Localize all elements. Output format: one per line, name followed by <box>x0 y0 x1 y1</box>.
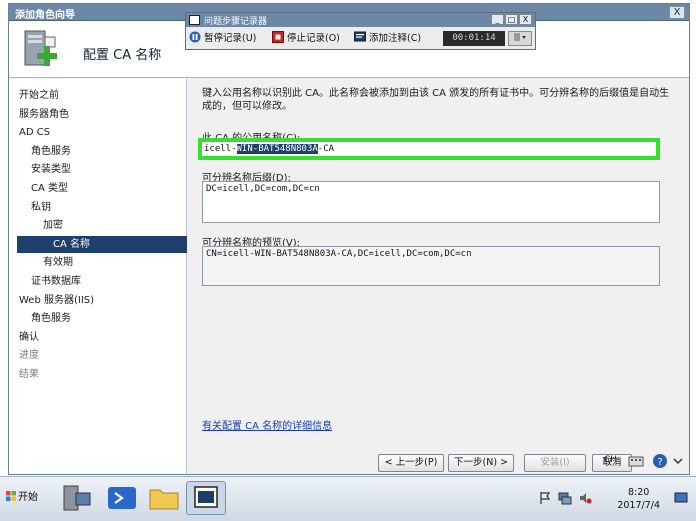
nav-step-item[interactable]: CA 名称 <box>17 235 187 253</box>
page-title: 配置 CA 名称 <box>83 48 162 63</box>
taskbar-explorer[interactable] <box>144 481 184 515</box>
comment-icon <box>354 31 366 42</box>
stop-icon <box>272 31 284 43</box>
nav-step-item[interactable]: 角色服务 <box>31 310 71 327</box>
help-icon[interactable]: ? <box>652 453 668 469</box>
add-comment-button[interactable]: 添加注释(C) <box>354 30 421 47</box>
chevron-down-icon <box>514 33 526 41</box>
show-desktop-icon[interactable] <box>674 491 688 505</box>
start-button[interactable]: 开始 <box>6 485 48 511</box>
taskbar-server-manager[interactable] <box>56 481 96 515</box>
ime-indicator-area: CH ? <box>600 453 688 471</box>
pause-icon <box>189 31 201 43</box>
ime-language-label[interactable]: CH <box>604 455 617 465</box>
nav-step-item[interactable]: 角色服务 <box>31 143 71 160</box>
pause-record-button[interactable]: 暂停记录(U) <box>189 30 256 47</box>
pause-record-label: 暂停记录(U) <box>204 33 257 44</box>
action-center-flag-icon[interactable] <box>538 491 552 505</box>
nav-step-item[interactable]: Web 服务器(IIS) <box>19 292 94 309</box>
next-button[interactable]: 下一步(N) > <box>448 454 514 472</box>
back-button[interactable]: < 上一步(P) <box>378 454 444 472</box>
problem-steps-recorder: 问题步骤记录器 _ □ X 暂停记录(U) 停止记录(O) 添加注释(C) 00:0… <box>185 12 536 50</box>
server-roles-icon <box>24 30 57 66</box>
start-label: 开始 <box>18 492 38 503</box>
system-tray: 8:20 2017/7/4 <box>538 481 688 515</box>
keyboard-icon[interactable] <box>628 454 644 468</box>
taskbar: 开始 8:20 2017/7/4 <box>0 476 696 521</box>
network-icon[interactable] <box>558 491 572 505</box>
close-button[interactable]: X <box>669 6 685 19</box>
clock-date: 2017/7/4 <box>617 500 660 511</box>
dn-suffix-input[interactable]: DC=icell,DC=com,DC=cn <box>202 181 660 223</box>
nav-step-item[interactable]: 安装类型 <box>31 161 71 178</box>
stop-record-button[interactable]: 停止记录(O) <box>272 30 340 47</box>
add-roles-wizard-window: 添加角色向导 X 配置 CA 名称 开始之前 服务器角色 AD CS 角色服务 安装类型… <box>8 3 690 475</box>
steps-recorder-icon <box>194 486 218 508</box>
taskbar-steps-recorder[interactable] <box>186 481 226 515</box>
nav-step-item[interactable]: 私钥 <box>31 199 51 216</box>
nav-step-item[interactable]: 加密 <box>43 217 63 234</box>
clock-time: 8:20 <box>627 487 650 498</box>
server-manager-icon <box>63 485 91 511</box>
taskbar-clock[interactable]: 8:20 2017/7/4 <box>617 486 660 512</box>
recorder-options-button[interactable] <box>508 31 532 46</box>
recorder-minimize-button[interactable]: _ <box>491 14 504 25</box>
intro-text: 键入公用名称以识别此 CA。此名称会被添加到由该 CA 颁发的所有证书中。可分辨… <box>202 88 670 112</box>
stop-record-label: 停止记录(O) <box>287 33 340 44</box>
svg-text:?: ? <box>657 457 662 468</box>
dn-preview-field: CN=icell-WIN-BAT548N803A-CA,DC=icell,DC=… <box>202 246 660 286</box>
nav-step-item[interactable]: 证书数据库 <box>31 273 81 290</box>
common-name-prefix: icell- <box>204 144 237 154</box>
common-name-suffix: -CA <box>317 144 335 154</box>
taskbar-powershell[interactable] <box>102 481 142 515</box>
chevron-down-icon[interactable] <box>672 455 684 467</box>
nav-step-item[interactable]: AD CS <box>19 124 50 141</box>
common-name-selected-text: WIN-BAT548N803A <box>236 144 318 154</box>
recorder-titlebar[interactable]: 问题步骤记录器 _ □ X <box>186 13 535 27</box>
powershell-icon <box>108 487 136 509</box>
nav-step-item[interactable]: 服务器角色 <box>19 106 69 123</box>
volume-muted-icon[interactable] <box>578 491 592 505</box>
recorder-maximize-button[interactable]: □ <box>505 14 518 25</box>
nav-step-item[interactable]: 确认 <box>19 329 39 346</box>
nav-step-item[interactable]: 进度 <box>19 347 39 364</box>
folder-icon <box>149 489 179 510</box>
install-button[interactable]: 安装(I) <box>524 454 586 472</box>
nav-step-item[interactable]: CA 类型 <box>31 180 68 197</box>
recording-timer: 00:01:14 <box>443 31 505 46</box>
recorder-close-button[interactable]: X <box>519 14 532 25</box>
add-comment-label: 添加注释(C) <box>369 33 422 44</box>
recorder-app-icon <box>189 15 200 25</box>
more-info-link[interactable]: 有关配置 CA 名称的详细信息 <box>202 417 332 432</box>
nav-step-item[interactable]: 开始之前 <box>19 87 59 104</box>
nav-step-item[interactable]: 结果 <box>19 366 39 383</box>
recorder-title: 问题步骤记录器 <box>204 17 268 27</box>
window-title: 添加角色向导 <box>15 10 75 21</box>
wizard-step-list: 开始之前 服务器角色 AD CS 角色服务 安装类型 CA 类型 私钥 加密 CA 名称 有效期证… <box>9 79 187 474</box>
nav-step-item[interactable]: 有效期 <box>43 254 73 271</box>
common-name-input[interactable]: icell-WIN-BAT548N803A-CA <box>198 138 660 160</box>
windows-flag-icon <box>6 491 16 501</box>
wizard-content: 键入公用名称以识别此 CA。此名称会被添加到由该 CA 颁发的所有证书中。可分辨… <box>188 79 689 451</box>
